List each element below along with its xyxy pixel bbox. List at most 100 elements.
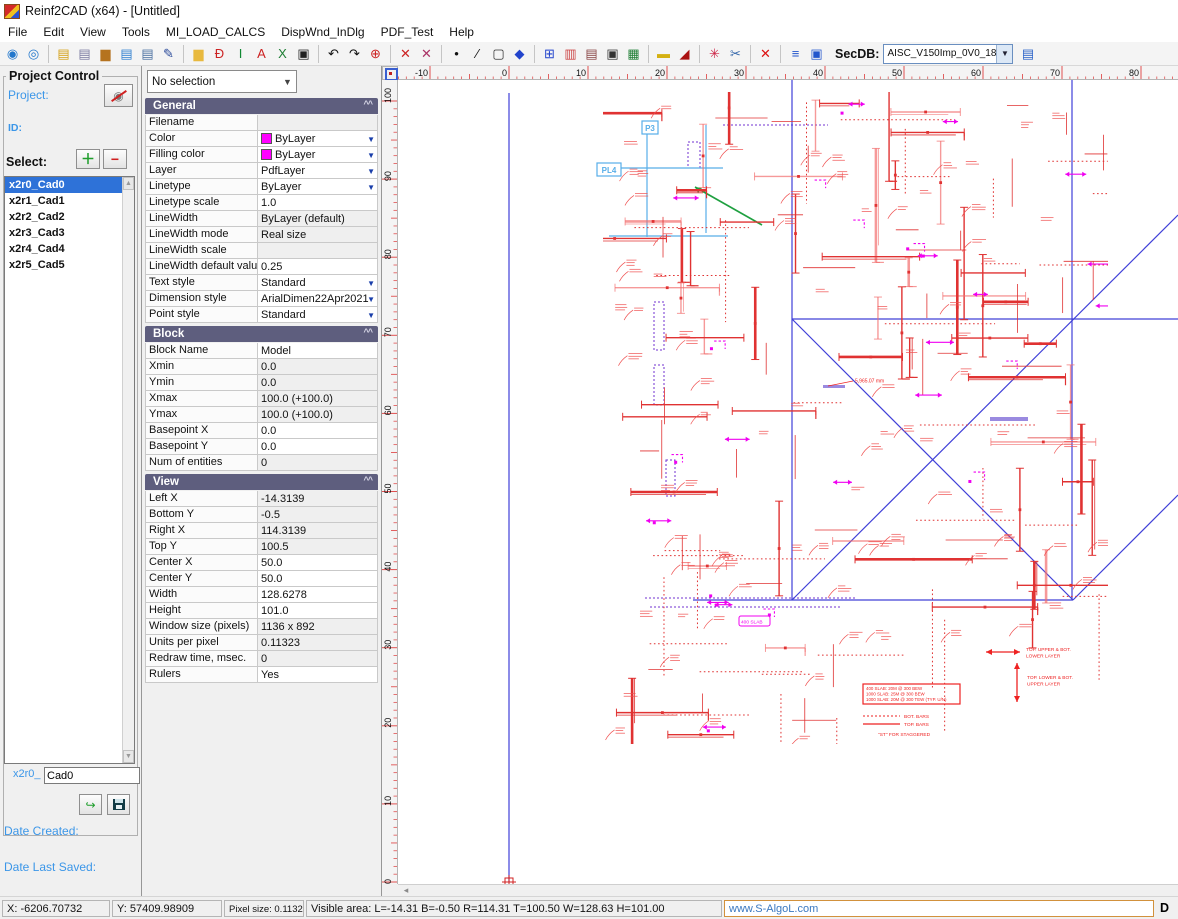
collapse-chevron-icon[interactable]: ^^ [363,327,372,337]
scroll-up-icon[interactable]: ▲ [123,177,134,190]
remove-cad-button[interactable]: − [103,149,127,169]
menu-pdf_test[interactable]: PDF_Test [373,23,442,41]
section-header-block[interactable]: Block^^ [145,326,378,342]
property-value[interactable]: Yes [258,667,377,682]
open-folder-icon[interactable]: ▆ [189,44,208,63]
list-item[interactable]: x2r4_Cad4 [5,241,123,257]
menu-mi_load_calcs[interactable]: MI_LOAD_CALCS [158,23,273,41]
property-value[interactable]: Standard▼ [258,307,377,322]
rename-input[interactable] [44,767,140,784]
menu-tools[interactable]: Tools [114,23,158,41]
list-item[interactable]: x2r2_Cad2 [5,209,123,225]
import-dxf-icon[interactable]: Ð [210,44,229,63]
property-value[interactable]: 50.0 [258,555,377,570]
property-value[interactable]: 128.6278 [258,587,377,602]
scroll-left-icon[interactable]: ◂ [400,886,412,896]
dropdown-arrow-icon[interactable]: ▼ [367,135,375,144]
property-value[interactable]: ByLayer▼ [258,147,377,162]
drawing-settings-icon[interactable]: ▤ [75,44,94,63]
list-item[interactable]: x2r1_Cad1 [5,193,123,209]
dropdown-arrow-icon[interactable]: ▼ [367,151,375,160]
delete-all-icon[interactable]: ✕ [756,44,775,63]
add-cad-button[interactable]: ＋ [76,149,100,169]
rebar-knot-icon[interactable]: ✳ [705,44,724,63]
window-doc-icon[interactable]: ▤ [582,44,601,63]
draw-shapes-icon[interactable]: ◆ [510,44,529,63]
scroll-down-icon[interactable]: ▼ [123,750,134,763]
property-value[interactable]: 0.25 [258,259,377,274]
property-value[interactable]: 1.0 [258,195,377,210]
refresh-windows-icon[interactable]: ▤ [117,44,136,63]
menu-file[interactable]: File [0,23,35,41]
save-cad-button[interactable] [107,794,130,815]
property-value [258,243,377,258]
save-edit-icon[interactable]: ✎ [159,44,178,63]
export-pdf-icon[interactable]: Α [252,44,271,63]
property-value[interactable]: 50.0 [258,571,377,586]
menu-dispwnd_indlg[interactable]: DispWnd_InDlg [273,23,372,41]
section-header-view[interactable]: View^^ [145,474,378,490]
property-value[interactable]: ByLayer▼ [258,179,377,194]
property-value[interactable]: 101.0 [258,603,377,618]
color-swatch [261,133,272,144]
section-header-general[interactable]: General^^ [145,98,378,114]
erase-group-icon[interactable]: ✕ [417,44,436,63]
dropdown-arrow-icon[interactable]: ▼ [367,295,375,304]
collapse-chevron-icon[interactable]: ^^ [363,99,372,109]
open-box-icon[interactable]: ▆ [96,44,115,63]
menu-view[interactable]: View [72,23,114,41]
save-all-icon[interactable]: ▣ [603,44,622,63]
dropdown-arrow-icon[interactable]: ▼ [367,311,375,320]
tools-icon[interactable]: ✂ [726,44,745,63]
menu-help[interactable]: Help [441,23,482,41]
import-image-icon[interactable]: Ι [231,44,250,63]
undo-icon[interactable]: ↶ [324,44,343,63]
save-window-icon[interactable]: ▤ [138,44,157,63]
redo-icon[interactable]: ↷ [345,44,364,63]
copy-view-icon[interactable]: ▣ [807,44,826,63]
property-value[interactable]: 0.0 [258,423,377,438]
selection-combo[interactable]: No selection ▼ [147,70,297,93]
menu-edit[interactable]: Edit [35,23,72,41]
property-label: LineWidth default value [146,259,258,274]
draw-point-icon[interactable]: • [447,44,466,63]
draw-line-icon[interactable]: ∕ [468,44,487,63]
window-net-icon[interactable]: ⊞ [540,44,559,63]
drawing-canvas[interactable]: P3PL4400 SLAB5,965.07 mmTOP. UPPER & BOT… [398,80,1178,884]
select-pick-icon[interactable]: ◉ [3,44,22,63]
slope-tool-icon[interactable]: ◢ [675,44,694,63]
window-fill-icon[interactable]: ▥ [561,44,580,63]
measure-ruler-icon[interactable]: ▬ [654,44,673,63]
property-value[interactable]: ByLayer▼ [258,131,377,146]
menu-bar: FileEditViewToolsMI_LOAD_CALCSDispWnd_In… [0,22,1178,42]
secdb-combo[interactable]: AISC_V150Imp_0V0_18082(▼ [883,44,1013,64]
list-item[interactable]: x2r3_Cad3 [5,225,123,241]
property-value[interactable]: Model [258,343,377,358]
ruler-corner[interactable] [382,66,398,80]
secdb-settings-icon[interactable]: ▤ [1018,44,1037,63]
erase-entity-icon[interactable]: ✕ [396,44,415,63]
list-scrollbar[interactable]: ▲ ▼ [122,177,134,763]
list-item[interactable]: x2r5_Cad5 [5,257,123,273]
collapse-chevron-icon[interactable]: ^^ [363,475,372,485]
list-view-icon[interactable]: ≡ [786,44,805,63]
property-value[interactable]: ArialDimen22Apr2021▼ [258,291,377,306]
dropdown-arrow-icon[interactable]: ▼ [367,279,375,288]
property-value[interactable]: PdfLayer▼ [258,163,377,178]
property-value[interactable]: 0.0 [258,439,377,454]
select-remove-icon[interactable]: ◎ [24,44,43,63]
property-value[interactable]: Standard▼ [258,275,377,290]
list-item[interactable]: x2r0_Cad0 [5,177,123,193]
draw-polyline-icon[interactable]: ▢ [489,44,508,63]
zoom-extents-icon[interactable]: ⊕ [366,44,385,63]
dropdown-arrow-icon[interactable]: ▼ [367,183,375,192]
chevron-down-icon[interactable]: ▼ [996,45,1012,63]
load-cad-button[interactable]: ↪ [79,794,102,815]
export-table-icon[interactable]: ▦ [624,44,643,63]
save-disk-icon[interactable]: ▣ [294,44,313,63]
new-drawing-icon[interactable]: ▤ [54,44,73,63]
project-visibility-button[interactable]: ◉ [104,84,133,107]
horizontal-scrollbar[interactable]: ◂ [398,884,1178,896]
export-excel-icon[interactable]: Χ [273,44,292,63]
dropdown-arrow-icon[interactable]: ▼ [367,167,375,176]
